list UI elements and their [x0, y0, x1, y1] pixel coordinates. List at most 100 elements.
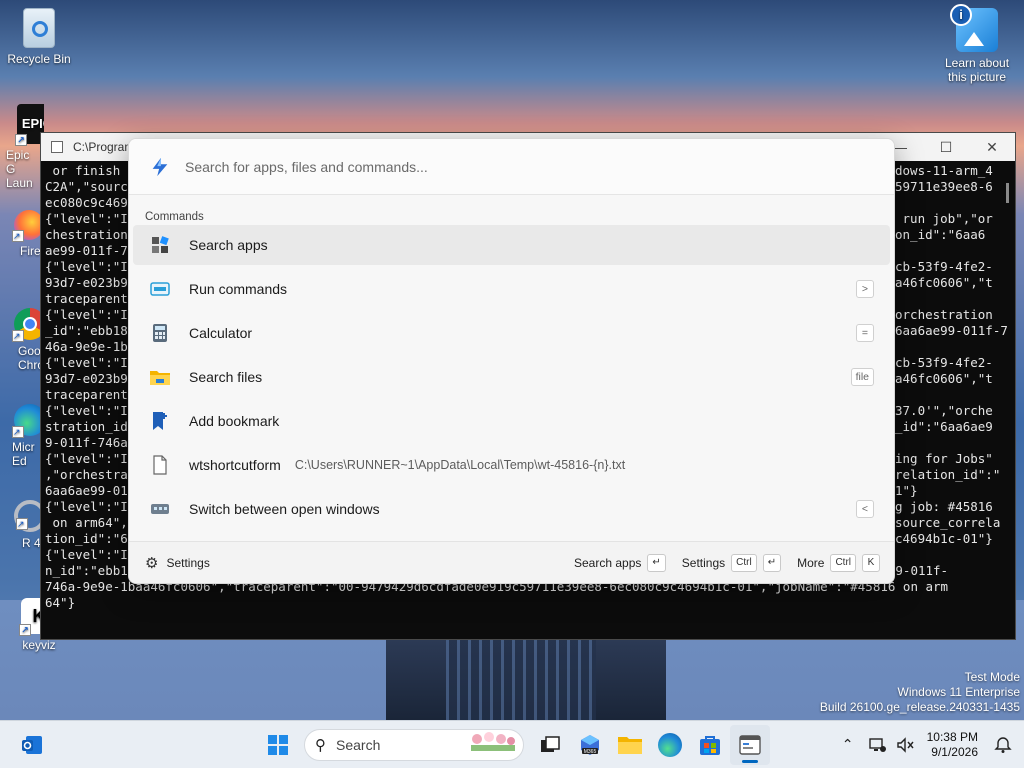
terminal-line-left-text: 6aa6ae99-01 [45, 483, 128, 498]
clock-date: 9/1/2026 [931, 744, 978, 759]
desktop-icon-edge[interactable]: ↗ Micr Ed [0, 404, 44, 468]
command-item-add-bookmark[interactable]: Add bookmark [133, 401, 890, 441]
network-button[interactable] [863, 725, 891, 765]
m365-icon: M365 [581, 734, 599, 755]
terminal-line-right-text: relation_id":" [895, 467, 1001, 482]
palette-search-row [129, 139, 894, 195]
terminal-line-right-text: _id":"6aa6ae9 [895, 419, 993, 434]
command-item-label: Search files [189, 369, 263, 385]
test-mode-watermark: Test Mode Windows 11 Enterprise Build 26… [820, 670, 1020, 715]
search-highlight-decoration-icon [469, 731, 517, 758]
start-button[interactable] [258, 725, 298, 765]
terminal-line-left-text: _id":"ebb18 [45, 323, 128, 338]
terminal-line-right-text: dows-11-arm_4 [895, 163, 993, 178]
terminal-scrollbar[interactable] [1006, 183, 1009, 203]
bookmark-icon [149, 410, 171, 432]
terminal-line-left-text: {"level":"I [45, 307, 128, 322]
terminal-line-right-text: run job","or [895, 211, 993, 226]
shortcut-arrow-icon: ↗ [12, 230, 24, 242]
notifications-button[interactable] [988, 725, 1018, 765]
window-switch-icon [149, 498, 171, 520]
close-button[interactable]: ✕ [969, 133, 1015, 161]
store-button[interactable] [690, 725, 730, 765]
file-explorer-button[interactable] [610, 725, 650, 765]
k-key-badge: K [862, 553, 880, 572]
terminal-line: 64"} [45, 595, 76, 610]
palette-search-input[interactable] [185, 158, 745, 175]
footer-search-apps-hint[interactable]: Search apps ↵ [574, 553, 666, 572]
terminal-line-right-text: on_id":"6aa6 [895, 227, 986, 242]
desktop-icon-learn-picture[interactable]: i Learn about this picture [938, 4, 1016, 84]
command-item-label: Switch between open windows [189, 501, 380, 517]
m365-button[interactable]: M365 [570, 725, 610, 765]
outlook-icon [22, 735, 42, 754]
terminal-line-left-text: 93d7-e023b9 [45, 371, 128, 386]
file-icon [149, 454, 171, 476]
shortcut-key-badge: file [850, 368, 874, 386]
volume-button[interactable] [891, 725, 919, 765]
widgets-button[interactable] [12, 725, 52, 765]
terminal-line-right-text: 6aa6ae99-011f-7 [895, 323, 1008, 338]
ctrl-key-badge: Ctrl [731, 553, 757, 572]
terminal-taskbar-button[interactable] [730, 724, 770, 765]
desktop-icon-chrome[interactable]: ↗ Goo Chro [0, 308, 44, 372]
notification-bell-icon [994, 736, 1012, 753]
desktop-icon-label: Learn about this picture [944, 56, 1010, 84]
shortcut-arrow-icon: ↗ [19, 624, 31, 636]
footer-search-apps-label: Search apps [574, 555, 642, 570]
command-item-wtshortcutform[interactable]: wtshortcutform C:\Users\RUNNER~1\AppData… [133, 445, 890, 485]
desktop-icon-firefox[interactable]: ↗ Fire [0, 210, 44, 258]
footer-settings-button[interactable]: ⚙ Settings [145, 554, 210, 572]
terminal-line-right-text: cb-53f9-4fe2- [895, 259, 993, 274]
command-item-search-files[interactable]: Search files file [133, 357, 890, 397]
terminal-line-right-text: c4694b1c-01"} [895, 531, 993, 546]
chevron-up-icon: ⌃ [841, 736, 854, 752]
terminal-line-left-text: C2A","sourc [45, 179, 128, 194]
watermark-line: Windows 11 Enterprise [897, 685, 1021, 699]
taskbar-search-box[interactable]: ⚲ Search [304, 728, 524, 761]
desktop-icon-r[interactable]: ↗ R 4 [0, 500, 44, 550]
terminal-line-right-text: 37.0'","orche [895, 403, 993, 418]
taskbar-search-label: Search [336, 736, 381, 753]
show-hidden-icons-button[interactable]: ⌃ [833, 725, 863, 765]
recycle-bin-icon [23, 8, 55, 48]
search-icon: ⚲ [315, 736, 326, 754]
desktop-icon-epic-games[interactable]: EPIC ↗ Epic G Laun [0, 104, 44, 190]
active-app-indicator [742, 759, 758, 763]
desktop-icon-label: keyviz [22, 638, 56, 652]
speaker-muted-icon [896, 736, 914, 753]
system-tray: ⌃ 10:38 PM 9/1/2026 [833, 721, 1024, 768]
footer-settings-label: Settings [166, 555, 210, 570]
footer-settings-hint[interactable]: Settings Ctrl ↵ [681, 553, 782, 572]
apps-icon [149, 234, 171, 256]
command-palette: Commands Search apps Run commands > Calc… [128, 138, 895, 584]
edge-icon [658, 732, 682, 757]
terminal-line-right-text: orchestration [895, 307, 993, 322]
terminal-line-left-text: 9-011f-746a [45, 435, 128, 450]
command-item-label: Run commands [189, 281, 288, 297]
terminal-line-left-text: on arm64", [45, 515, 128, 530]
footer-more-hint[interactable]: More Ctrl K [797, 553, 880, 572]
terminal-line-left-text: {"level":"I [45, 499, 128, 514]
folder-icon [149, 366, 171, 388]
command-item-label: wtshortcutform [189, 457, 281, 473]
taskbar-clock[interactable]: 10:38 PM 9/1/2026 [927, 730, 978, 760]
terminal-icon [149, 278, 171, 300]
maximize-button[interactable]: ☐ [923, 133, 969, 161]
footer-settings-hint-label: Settings [681, 555, 726, 570]
command-item-search-apps[interactable]: Search apps [133, 225, 890, 265]
shortcut-key-badge: < [856, 500, 874, 518]
edge-taskbar-button[interactable] [650, 725, 690, 765]
desktop-icon-recycle-bin[interactable]: Recycle Bin [2, 8, 76, 66]
desktop-icon-label: Epic G Laun [6, 148, 33, 190]
command-item-calculator[interactable]: Calculator = [133, 313, 890, 353]
task-view-button[interactable] [530, 725, 570, 765]
command-item-run-commands[interactable]: Run commands > [133, 269, 890, 309]
file-explorer-icon [618, 736, 642, 754]
command-item-switch-windows[interactable]: Switch between open windows < [133, 489, 890, 529]
clock-time: 10:38 PM [926, 729, 978, 744]
terminal-line-right-text: 1"} [895, 483, 918, 498]
shortcut-key-badge: = [856, 324, 874, 342]
taskbar: ⚲ Search M365 ⌃ 10:38 PM 9/1/2026 [0, 720, 1024, 768]
terminal-line-right-text: a46fc0606","t [895, 275, 993, 290]
